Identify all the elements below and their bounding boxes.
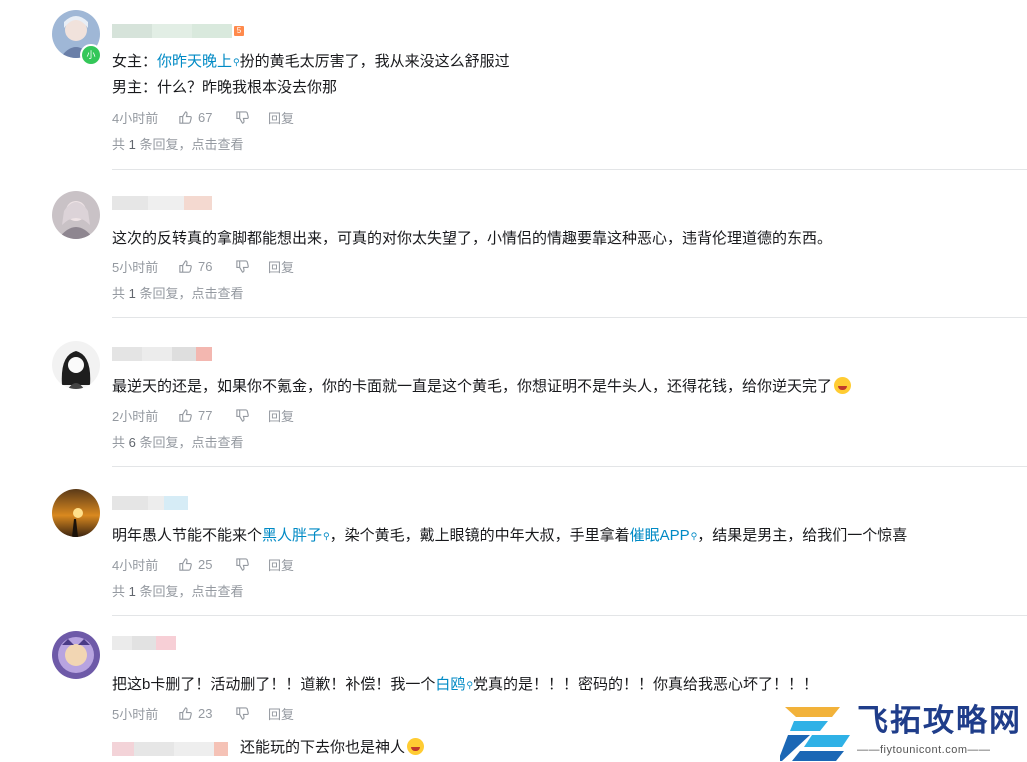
divider [112, 169, 1027, 170]
watermark-url: ——fiytounicont.com—— [857, 744, 991, 756]
comment-text: 最逆天的还是，如果你不氪金，你的卡面就一直是这个黄毛，你想证明不是牛头人，还得花… [112, 374, 852, 400]
avatar[interactable] [52, 341, 100, 389]
reply-button[interactable]: 回复 [268, 704, 294, 723]
timestamp: 5小时前 [112, 259, 159, 275]
comment-meta: 4小时前 67 回复 [112, 108, 294, 127]
thumbs-up-icon [179, 706, 192, 720]
like-count: 76 [198, 258, 213, 274]
dislike-button[interactable] [235, 408, 268, 423]
timestamp: 4小时前 [112, 110, 159, 126]
laughing-emoji-icon [834, 377, 852, 394]
divider [112, 615, 1027, 616]
search-icon: ⚲ [466, 680, 473, 690]
reply-button[interactable]: 回复 [268, 406, 294, 425]
view-replies-link[interactable]: 点击查看 [192, 584, 244, 599]
like-button[interactable]: 76 [178, 259, 235, 274]
username[interactable] [112, 742, 228, 756]
search-link[interactable]: 黑人胖子 [262, 527, 322, 544]
username[interactable] [112, 196, 212, 210]
view-replies-link[interactable]: 点击查看 [192, 137, 244, 152]
view-replies-link[interactable]: 点击查看 [192, 435, 244, 450]
thumbs-down-icon [236, 706, 249, 720]
thumbs-up-icon [179, 557, 192, 571]
username[interactable] [112, 636, 176, 650]
search-icon: ⚲ [323, 531, 330, 541]
avatar[interactable] [52, 191, 100, 239]
angry-emoji-icon [407, 738, 425, 755]
search-link[interactable]: 你昨天晚上 [157, 53, 232, 70]
divider [112, 466, 1027, 467]
comment-meta: 5小时前 76 回复 [112, 257, 294, 276]
avatar[interactable] [52, 489, 100, 537]
view-replies-link[interactable]: 点击查看 [192, 286, 244, 301]
comment-text: 把这b卡删了！活动删了！！道歉！补偿！我一个白鸥⚲党真的是！！！密码的！！你真给… [112, 676, 818, 693]
thumbs-down-icon [236, 110, 249, 124]
like-count: 23 [198, 705, 213, 721]
comment-text: 明年愚人节能不能来个黑人胖子⚲，染个黄毛，戴上眼镜的中年大叔，手里拿着催眠APP… [112, 527, 908, 544]
reply-text: 还能玩的下去你也是神人 [240, 735, 425, 761]
like-button[interactable]: 25 [178, 557, 235, 572]
like-count: 67 [198, 109, 213, 125]
reply-button[interactable]: 回复 [268, 555, 294, 574]
search-link[interactable]: 催眠APP [630, 527, 690, 544]
comment-text: 这次的反转真的拿脚都能想出来，可真的对你太失望了，小情侣的情趣要靠这种恶心，违背… [112, 230, 833, 247]
reply-button[interactable]: 回复 [268, 108, 294, 127]
comment-meta: 2小时前 77 回复 [112, 406, 294, 425]
watermark-title: 飞拓攻略网 [857, 703, 1022, 738]
thumbs-up-icon [179, 408, 192, 422]
comment-meta: 5小时前 23 回复 [112, 704, 294, 723]
level-badge: 5 [234, 26, 244, 36]
replies-summary: 共 6 条回复，点击查看 [112, 435, 244, 450]
user-level-badge: 小 [80, 44, 102, 66]
reply-button[interactable]: 回复 [268, 257, 294, 276]
timestamp: 5小时前 [112, 706, 159, 722]
timestamp: 4小时前 [112, 557, 159, 573]
like-button[interactable]: 67 [178, 110, 235, 125]
divider [112, 317, 1027, 318]
comment-text: 女主：你昨天晚上⚲扮的黄毛太厉害了，我从来没这么舒服过 [112, 53, 510, 70]
dislike-button[interactable] [235, 557, 268, 572]
comment-meta: 4小时前 25 回复 [112, 555, 294, 574]
replies-summary: 共 1 条回复，点击查看 [112, 137, 244, 152]
dislike-button[interactable] [235, 110, 268, 125]
like-count: 77 [198, 407, 213, 423]
search-icon: ⚲ [233, 57, 240, 67]
thumbs-up-icon [179, 110, 192, 124]
dislike-button[interactable] [235, 706, 268, 721]
like-button[interactable]: 23 [178, 706, 235, 721]
like-button[interactable]: 77 [178, 408, 235, 423]
thumbs-down-icon [236, 408, 249, 422]
thumbs-up-icon [179, 259, 192, 273]
like-count: 25 [198, 556, 213, 572]
thumbs-down-icon [236, 557, 249, 571]
avatar[interactable] [52, 631, 100, 679]
replies-summary: 共 1 条回复，点击查看 [112, 584, 244, 599]
replies-summary: 共 1 条回复，点击查看 [112, 286, 244, 301]
comment-text-line2: 男主：什么？昨晚我根本没去你那 [112, 79, 338, 96]
thumbs-down-icon [236, 259, 249, 273]
timestamp: 2小时前 [112, 408, 159, 424]
search-link[interactable]: 白鸥 [435, 676, 465, 693]
username[interactable] [112, 347, 212, 361]
username[interactable] [112, 496, 188, 510]
dislike-button[interactable] [235, 259, 268, 274]
username[interactable]: 5 [112, 24, 244, 38]
